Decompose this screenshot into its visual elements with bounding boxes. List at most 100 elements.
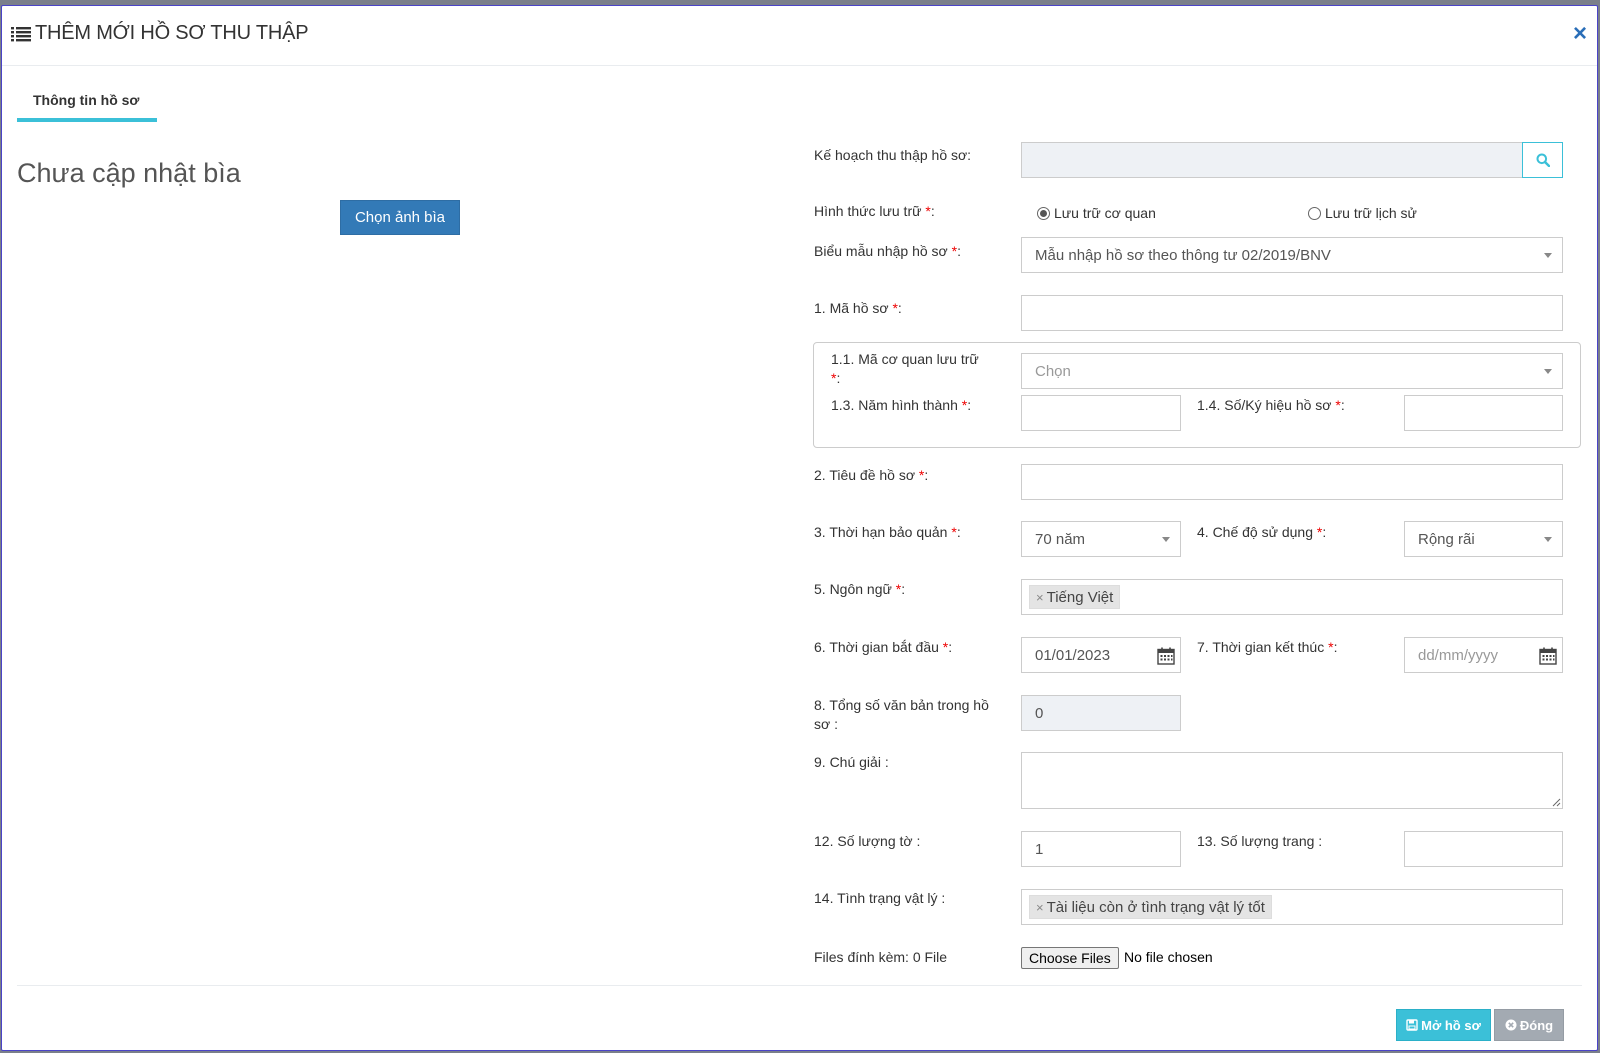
record-title-label-text: 2. Tiêu đề hồ sơ <box>814 467 919 483</box>
remove-icon[interactable]: × <box>1036 590 1044 605</box>
code-label: 1. Mã hồ sơ *: <box>814 299 902 318</box>
usage-label: 4. Chế độ sử dụng *: <box>1197 523 1326 542</box>
choose-files-button[interactable]: Choose Files <box>1021 947 1119 969</box>
sheets-input[interactable]: 1 <box>1021 831 1181 867</box>
symbol-input[interactable] <box>1404 395 1563 431</box>
open-record-label: Mở hồ sơ <box>1421 1017 1481 1033</box>
add-record-modal: THÊM MỚI HỒ SƠ THU THẬP × Thông tin hồ s… <box>1 5 1598 1051</box>
end-date-label: 7. Thời gian kết thúc *: <box>1197 638 1337 657</box>
language-tag-label: Tiếng Việt <box>1046 588 1114 606</box>
open-record-button[interactable]: Mở hồ sơ <box>1396 1009 1491 1041</box>
pages-input[interactable] <box>1404 831 1563 867</box>
label-colon: : <box>1340 397 1345 413</box>
plan-search-button[interactable] <box>1522 142 1563 178</box>
usage-label-text: 4. Chế độ sử dụng <box>1197 524 1317 540</box>
label-colon: : <box>836 370 841 386</box>
close-icon[interactable]: × <box>1573 22 1587 46</box>
label-colon: : <box>930 203 935 219</box>
usage-select-value: Rộng rãi <box>1418 530 1475 548</box>
list-icon <box>11 26 31 41</box>
retention-label-text: 3. Thời hạn bảo quản <box>814 524 952 540</box>
radio-agency-storage[interactable]: Lưu trữ cơ quan <box>1037 205 1156 221</box>
doc-count-label-line2: sơ : <box>814 716 838 732</box>
condition-label: 14. Tình trạng vật lý : <box>814 890 946 906</box>
calendar-icon[interactable] <box>1157 647 1175 665</box>
doc-count-label: 8. Tổng số văn bản trong hồ sơ : <box>814 696 1009 734</box>
language-multiselect[interactable]: × Tiếng Việt <box>1021 579 1563 615</box>
record-title-label: 2. Tiêu đề hồ sơ *: <box>814 466 928 485</box>
save-icon <box>1406 1019 1418 1031</box>
sheets-value: 1 <box>1035 840 1044 858</box>
modal-title-text: THÊM MỚI HỒ SƠ THU THẬP <box>35 22 309 44</box>
close-button[interactable]: Đóng <box>1494 1009 1564 1041</box>
remove-icon[interactable]: × <box>1036 900 1044 915</box>
label-colon: : <box>957 243 961 259</box>
code-input[interactable] <box>1021 295 1563 331</box>
label-colon: : <box>1333 639 1338 655</box>
start-date-input[interactable]: 01/01/2023 <box>1021 637 1181 673</box>
modal-header: THÊM MỚI HỒ SƠ THU THẬP × <box>2 6 1597 66</box>
label-colon: : <box>967 397 972 413</box>
close-circle-icon <box>1505 1019 1517 1031</box>
plan-input[interactable] <box>1021 142 1523 178</box>
label-colon: : <box>924 467 929 483</box>
agency-code-select[interactable]: Chọn <box>1021 353 1563 389</box>
doc-count-label-line1: 8. Tổng số văn bản trong hồ <box>814 697 989 713</box>
doc-count-input: 0 <box>1021 695 1181 731</box>
symbol-label-text: 1.4. Số/Ký hiệu hồ sơ <box>1197 397 1336 413</box>
radio-historical-storage[interactable]: Lưu trữ lịch sử <box>1308 205 1417 221</box>
end-date-placeholder: dd/mm/yyyy <box>1418 646 1499 664</box>
files-label: Files đính kèm: 0 File <box>814 949 948 965</box>
template-label-text: Biểu mẫu nhập hồ sơ <box>814 243 952 259</box>
start-date-value: 01/01/2023 <box>1035 646 1111 664</box>
usage-select[interactable]: Rộng rãi <box>1404 521 1563 557</box>
label-colon: : <box>1322 524 1327 540</box>
chevron-down-icon <box>1544 369 1552 374</box>
language-label-text: 5. Ngôn ngữ <box>814 581 896 597</box>
file-status: No file chosen <box>1124 949 1213 965</box>
symbol-label: 1.4. Số/Ký hiệu hồ sơ *: <box>1197 396 1345 415</box>
condition-multiselect[interactable]: × Tài liệu còn ở tình trạng vật lý tốt <box>1021 889 1563 925</box>
record-title-input[interactable] <box>1021 464 1563 500</box>
retention-label: 3. Thời hạn bảo quản *: <box>814 523 961 542</box>
end-date-input[interactable]: dd/mm/yyyy <box>1404 637 1563 673</box>
code-label-text: 1. Mã hồ sơ <box>814 300 893 316</box>
radio-unchecked-icon <box>1308 206 1321 220</box>
start-date-label-text: 6. Thời gian bắt đầu <box>814 639 943 655</box>
template-select-value: Mẫu nhập hồ sơ theo thông tư 02/2019/BNV <box>1035 246 1331 264</box>
year-input[interactable] <box>1021 395 1181 431</box>
footer-divider <box>17 985 1582 986</box>
language-tag: × Tiếng Việt <box>1029 585 1121 609</box>
retention-select-value: 70 năm <box>1035 530 1086 548</box>
language-label: 5. Ngôn ngữ *: <box>814 580 905 599</box>
chevron-down-icon <box>1162 537 1170 542</box>
condition-tag-label: Tài liệu còn ở tình trạng vật lý tốt <box>1046 898 1265 916</box>
year-label-text: 1.3. Năm hình thành <box>831 397 962 413</box>
modal-title: THÊM MỚI HỒ SƠ THU THẬP <box>11 22 309 45</box>
storage-type-label-text: Hình thức lưu trữ <box>814 203 926 219</box>
label-colon: : <box>956 524 961 540</box>
start-date-label: 6. Thời gian bắt đầu *: <box>814 638 952 657</box>
tab-record-info[interactable]: Thông tin hồ sơ <box>17 78 157 122</box>
label-colon: : <box>948 639 953 655</box>
sheets-label: 12. Số lượng tờ : <box>814 833 921 849</box>
pages-label: 13. Số lượng trang : <box>1197 833 1323 849</box>
condition-tag: × Tài liệu còn ở tình trạng vật lý tốt <box>1029 895 1272 919</box>
resize-handle-icon[interactable] <box>1551 797 1561 807</box>
template-select[interactable]: Mẫu nhập hồ sơ theo thông tư 02/2019/BNV <box>1021 237 1563 273</box>
end-date-label-text: 7. Thời gian kết thúc <box>1197 639 1329 655</box>
retention-select[interactable]: 70 năm <box>1021 521 1181 557</box>
cover-title: Chưa cập nhật bìa <box>17 158 241 188</box>
storage-type-label: Hình thức lưu trữ *: <box>814 202 935 221</box>
search-icon <box>1536 153 1550 167</box>
choose-cover-button[interactable]: Chọn ảnh bìa <box>340 200 460 235</box>
notes-textarea[interactable] <box>1021 752 1563 809</box>
agency-code-label: 1.1. Mã cơ quan lưu trữ *: <box>831 350 1001 388</box>
radio-checked-icon <box>1037 206 1050 220</box>
doc-count-value: 0 <box>1035 704 1044 722</box>
radio-agency-storage-label: Lưu trữ cơ quan <box>1054 205 1156 221</box>
chevron-down-icon <box>1544 253 1552 258</box>
chevron-down-icon <box>1544 537 1552 542</box>
calendar-icon[interactable] <box>1539 647 1557 665</box>
label-colon: : <box>897 300 902 316</box>
